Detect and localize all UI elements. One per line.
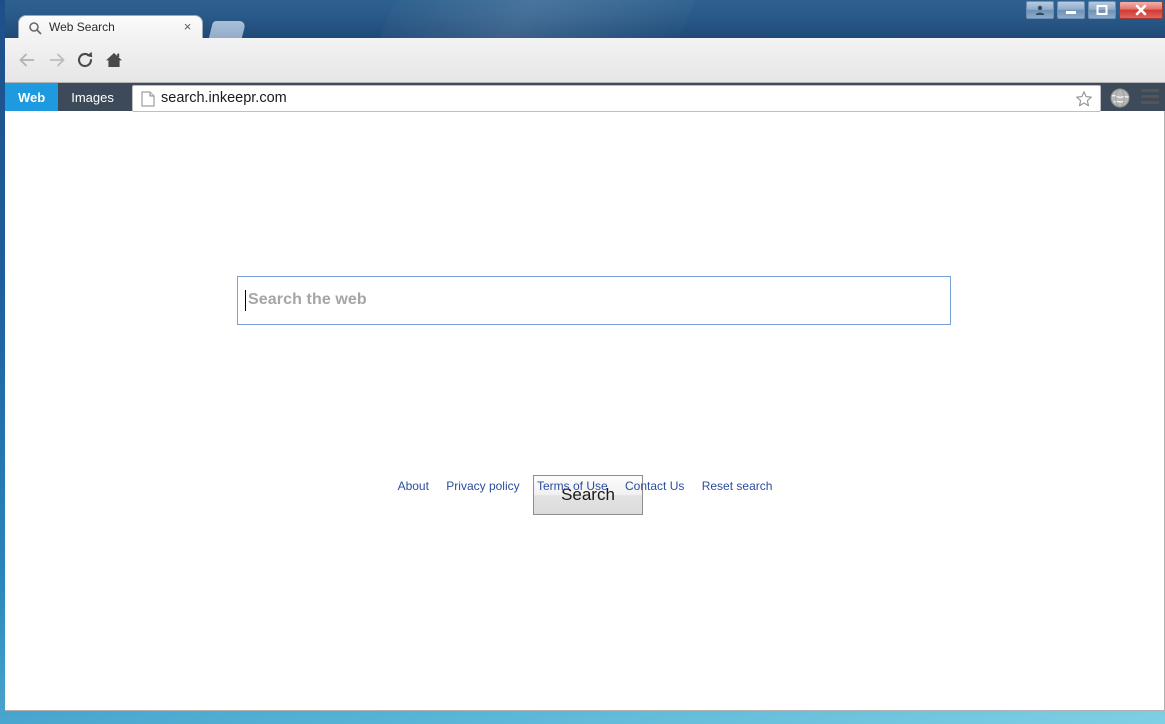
hamburger-menu-icon[interactable] — [1141, 89, 1159, 105]
browser-tab[interactable]: Web Search × — [18, 15, 203, 38]
address-bar-url: search.inkeepr.com — [161, 90, 287, 106]
browser-toolbar: search.inkeepr.com — [5, 38, 1165, 112]
window-title-bar: Web Search × — [5, 0, 1165, 38]
footer-link-contact-us[interactable]: Contact Us — [625, 479, 684, 493]
nav-item-label: Images — [71, 89, 114, 105]
search-input-placeholder: Search the web — [248, 291, 367, 308]
footer-link-privacy-policy[interactable]: Privacy policy — [446, 479, 519, 493]
nav-item-label: Web — [18, 89, 46, 105]
new-tab-button[interactable] — [208, 21, 247, 38]
page-icon — [141, 91, 155, 107]
footer-links: About Privacy policy Terms of Use Contac… — [5, 479, 1165, 493]
footer-link-reset-search[interactable]: Reset search — [702, 479, 773, 493]
forward-arrow-icon[interactable] — [45, 48, 69, 72]
window-controls — [1026, 1, 1163, 19]
minimize-button[interactable] — [1057, 1, 1085, 19]
close-icon[interactable]: × — [180, 20, 195, 35]
close-button[interactable] — [1119, 1, 1163, 19]
nav-item-web[interactable]: Web — [5, 83, 59, 111]
star-icon[interactable] — [1075, 90, 1093, 108]
search-icon — [28, 21, 42, 35]
search-input[interactable]: Search the web — [237, 276, 951, 325]
reload-icon[interactable] — [73, 48, 97, 72]
menu-bar-1 — [1141, 89, 1159, 92]
browser-window: Web Search × search.inkeepr.com Web Imag… — [5, 0, 1165, 712]
footer-link-about[interactable]: About — [398, 479, 429, 493]
nav-item-images[interactable]: Images — [58, 83, 127, 111]
page-content: Search the web Search About Privacy poli… — [5, 111, 1165, 711]
back-arrow-icon[interactable] — [15, 48, 39, 72]
user-switch-button[interactable] — [1026, 1, 1054, 19]
close-icon — [1135, 4, 1147, 16]
maximize-button[interactable] — [1088, 1, 1116, 19]
minimize-icon — [1066, 11, 1076, 14]
tab-title: Web Search — [49, 20, 115, 34]
address-bar[interactable]: search.inkeepr.com — [132, 85, 1101, 112]
footer-link-terms-of-use[interactable]: Terms of Use — [537, 479, 608, 493]
globe-icon[interactable] — [1109, 87, 1131, 109]
maximize-icon — [1096, 5, 1108, 15]
home-icon[interactable] — [102, 48, 126, 72]
menu-bar-2 — [1141, 95, 1159, 98]
text-caret — [245, 290, 246, 311]
person-icon — [1035, 5, 1045, 15]
menu-bar-3 — [1141, 101, 1159, 104]
